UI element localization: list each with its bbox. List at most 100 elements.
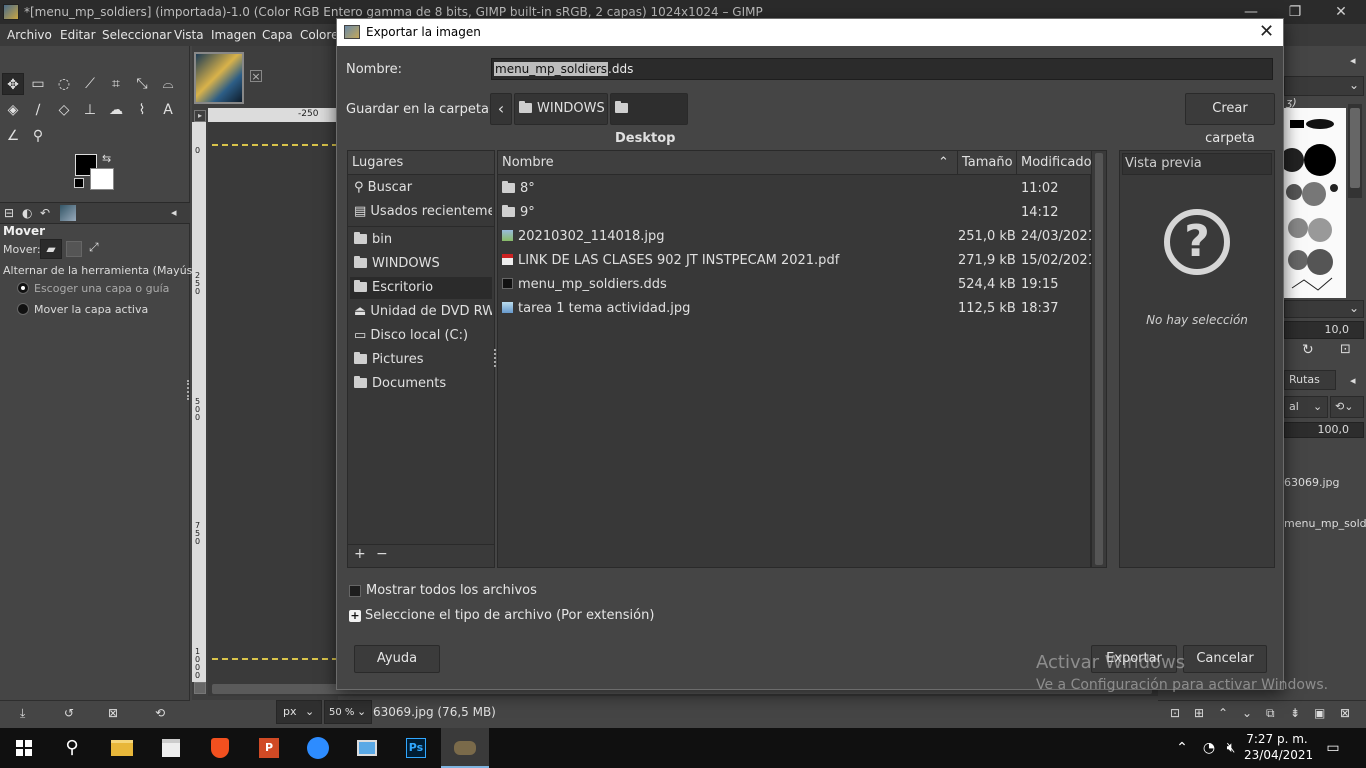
menu-vista[interactable]: Vista	[174, 28, 204, 42]
path-back-button[interactable]: ‹	[490, 93, 512, 125]
unit-selector[interactable]: px ⌄	[276, 700, 322, 724]
file-row[interactable]: 9° 14:12	[498, 201, 1090, 225]
crop-tool-icon[interactable]: ⌗	[105, 73, 127, 95]
dock-menu-icon[interactable]: ◂	[1350, 374, 1356, 387]
lower-layer-icon[interactable]: ⌄	[1242, 706, 1252, 720]
move-layer-icon[interactable]: ▰	[40, 239, 62, 259]
close-dialog-button[interactable]: ✕	[1259, 21, 1274, 42]
place-item-windows[interactable]: WINDOWS	[350, 253, 492, 275]
navigate-icon[interactable]	[194, 682, 206, 694]
close-image-tab-icon[interactable]: ×	[250, 70, 262, 82]
brushes-grid[interactable]	[1280, 108, 1346, 298]
merge-layer-icon[interactable]: ⇟	[1290, 706, 1300, 720]
menu-archivo[interactable]: Archivo	[7, 28, 52, 42]
new-layer-icon[interactable]: ⊡	[1170, 706, 1180, 720]
brush-filter-combo[interactable]: ⌄	[1284, 76, 1364, 96]
brushes-scrollbar[interactable]	[1348, 104, 1362, 198]
brush-preset-combo[interactable]: ⌄	[1284, 300, 1364, 318]
paintbrush-tool-icon[interactable]: ∕	[27, 99, 49, 121]
filename-input[interactable]: menu_mp_soldiers.dds	[491, 58, 1273, 80]
transform-tool-icon[interactable]: ⤡	[131, 73, 153, 95]
paths-tool-icon[interactable]: ⌇	[131, 99, 153, 121]
path-button-desktop[interactable]: Desktop	[610, 93, 688, 146]
zoom-tool-icon[interactable]: ⚲	[27, 125, 49, 147]
layer-item-label[interactable]: 63069.jpg	[1284, 476, 1340, 489]
help-button[interactable]: Ayuda	[354, 645, 440, 673]
taskbar-clock[interactable]: 7:27 p. m. 23/04/2021	[1244, 731, 1313, 763]
add-bookmark-button[interactable]: +	[354, 546, 366, 562]
search-icon[interactable]: ⚲	[48, 728, 96, 768]
remove-bookmark-button[interactable]: −	[376, 546, 388, 562]
control-panel-icon[interactable]	[343, 728, 391, 768]
file-row[interactable]: 8° 11:02	[498, 177, 1090, 201]
radio-pick-layer[interactable]	[17, 282, 29, 294]
restore-preset-icon[interactable]: ↺	[64, 706, 74, 720]
close-window-button[interactable]: ✕	[1318, 2, 1364, 22]
column-header-size[interactable]: Tamaño	[958, 151, 1017, 175]
menu-seleccionar[interactable]: Seleccionar	[102, 28, 171, 42]
smudge-tool-icon[interactable]: ☁	[105, 99, 127, 121]
canvas-viewport[interactable]	[208, 122, 338, 682]
place-item-dvd[interactable]: ⏏ Unidad de DVD RW...	[350, 301, 492, 323]
fuzzy-select-tool-icon[interactable]: ⟋	[79, 73, 101, 95]
powerpoint-icon[interactable]: P	[245, 728, 293, 768]
show-hidden-icons-icon[interactable]: ⌃	[1172, 728, 1192, 768]
place-item-disk-c[interactable]: ▭ Disco local (C:)	[350, 325, 492, 347]
refresh-brushes-icon[interactable]: ↻	[1302, 342, 1314, 358]
quick-mask-icon[interactable]: ▸	[194, 110, 206, 122]
path-button-windows[interactable]: WINDOWS	[514, 93, 608, 125]
dock-menu-icon[interactable]: ◂	[171, 206, 177, 219]
file-row[interactable]: tarea 1 tema actividad.jpg 112,5 kB 18:3…	[498, 297, 1090, 321]
background-color-swatch[interactable]	[90, 168, 114, 190]
paths-tab[interactable]: Rutas	[1284, 370, 1336, 390]
layer-item-label[interactable]: menu_mp_soldie	[1284, 517, 1366, 530]
network-icon[interactable]: ◔	[1198, 728, 1220, 768]
menu-editar[interactable]: Editar	[60, 28, 96, 42]
place-item-recent[interactable]: ▤ Usados recienteme...	[350, 201, 492, 223]
show-all-files-checkbox[interactable]	[349, 585, 361, 597]
move-selection-icon[interactable]	[66, 241, 82, 257]
duplicate-layer-icon[interactable]: ⧉	[1266, 706, 1275, 721]
file-row[interactable]: menu_mp_soldiers.dds 524,4 kB 19:15	[498, 273, 1090, 297]
device-status-tab-icon[interactable]: ◐	[22, 206, 32, 220]
delete-layer-icon[interactable]: ⊠	[1340, 706, 1350, 720]
place-item-bin[interactable]: bin	[350, 229, 492, 251]
place-item-documents[interactable]: Documents	[350, 373, 492, 395]
clone-tool-icon[interactable]: ⊥	[79, 99, 101, 121]
eraser-tool-icon[interactable]: ◇	[53, 99, 75, 121]
cancel-button[interactable]: Cancelar	[1183, 645, 1267, 673]
move-path-icon[interactable]: ⤢	[89, 240, 99, 255]
swap-colors-icon[interactable]: ⇆	[102, 152, 111, 165]
scrollbar-thumb[interactable]	[1350, 108, 1360, 188]
tool-options-tab-icon[interactable]: ⊟	[4, 206, 14, 220]
column-header-modified[interactable]: Modificado	[1017, 151, 1092, 175]
reset-options-icon[interactable]: ⟲	[155, 706, 165, 720]
zoom-app-icon[interactable]	[294, 728, 342, 768]
new-layer-group-icon[interactable]: ⊞	[1194, 706, 1204, 720]
images-tab-icon[interactable]	[60, 205, 76, 221]
bucket-fill-tool-icon[interactable]: ◈	[2, 99, 24, 121]
file-list-scrollbar[interactable]	[1091, 150, 1107, 568]
file-row[interactable]: 20210302_114018.jpg 251,0 kB 24/03/2021	[498, 225, 1096, 249]
delete-preset-icon[interactable]: ⊠	[108, 706, 118, 720]
menu-capa[interactable]: Capa	[262, 28, 293, 42]
file-type-expander-label[interactable]: Seleccione el tipo de archivo (Por exten…	[365, 608, 654, 623]
reset-colors-icon[interactable]	[74, 178, 84, 188]
file-explorer-icon[interactable]	[98, 728, 146, 768]
show-all-files-label[interactable]: Mostrar todos los archivos	[366, 583, 537, 598]
store-icon[interactable]	[147, 728, 195, 768]
rect-select-tool-icon[interactable]: ▭	[27, 73, 49, 95]
place-item-escritorio[interactable]: Escritorio	[350, 277, 492, 299]
start-button[interactable]	[0, 728, 48, 768]
place-item-search[interactable]: ⚲ Buscar	[350, 177, 492, 199]
save-preset-icon[interactable]: ⤓	[20, 706, 25, 721]
zoom-selector[interactable]: 50 % ⌄	[324, 700, 372, 724]
expand-file-type-icon[interactable]: +	[349, 610, 361, 622]
create-folder-button[interactable]: Crear carpeta	[1185, 93, 1275, 146]
warp-tool-icon[interactable]: ⌓	[157, 73, 179, 95]
image-thumbnail-tab[interactable]	[194, 52, 244, 104]
brave-browser-icon[interactable]	[196, 728, 244, 768]
menu-imagen[interactable]: Imagen	[211, 28, 256, 42]
panel-resize-handle[interactable]	[187, 380, 190, 400]
radio-move-active[interactable]	[17, 303, 29, 315]
